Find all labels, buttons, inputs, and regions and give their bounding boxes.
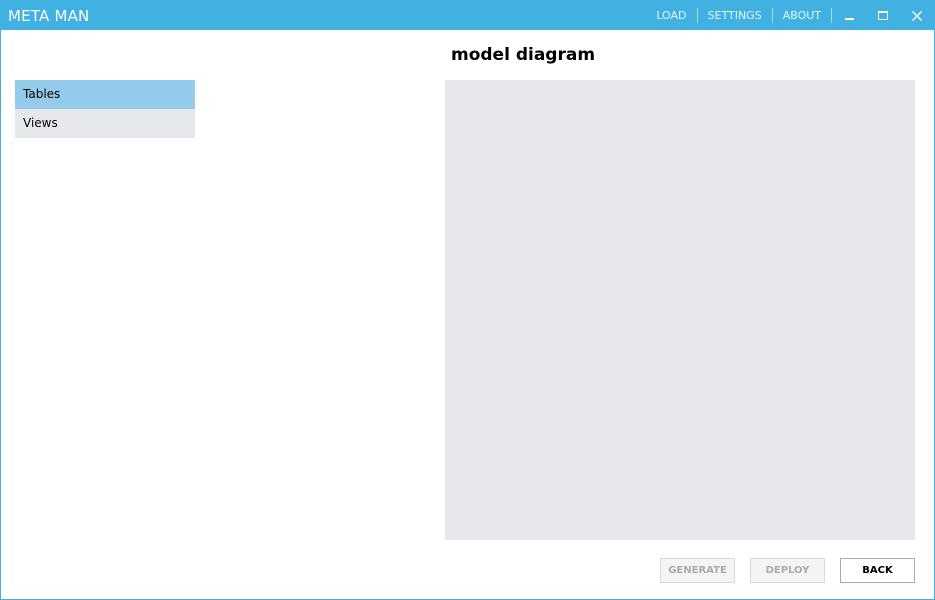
minimize-button[interactable] (832, 1, 866, 30)
maximize-icon (878, 11, 888, 20)
maximize-button[interactable] (866, 1, 900, 30)
deploy-button[interactable]: DEPLOY (750, 558, 825, 583)
minimize-icon (844, 17, 854, 20)
close-button[interactable] (900, 1, 934, 30)
app-title: META MAN (8, 7, 90, 25)
settings-button[interactable]: SETTINGS (698, 9, 772, 23)
back-button[interactable]: BACK (840, 558, 915, 583)
sidebar-item-tables[interactable]: Tables (15, 80, 195, 109)
sidebar-item-views[interactable]: Views (15, 109, 195, 138)
load-button[interactable]: LOAD (646, 9, 696, 23)
generate-button[interactable]: GENERATE (660, 558, 735, 583)
about-button[interactable]: ABOUT (773, 9, 831, 23)
close-icon (912, 10, 922, 21)
sidebar: Tables Views (15, 80, 195, 138)
title-bar[interactable]: META MAN LOAD SETTINGS ABOUT (1, 1, 934, 30)
app-window: META MAN LOAD SETTINGS ABOUT model diagr… (0, 0, 935, 600)
top-nav: LOAD SETTINGS ABOUT (646, 1, 934, 30)
page-title: model diagram (451, 45, 596, 65)
model-diagram-canvas[interactable] (445, 80, 915, 540)
